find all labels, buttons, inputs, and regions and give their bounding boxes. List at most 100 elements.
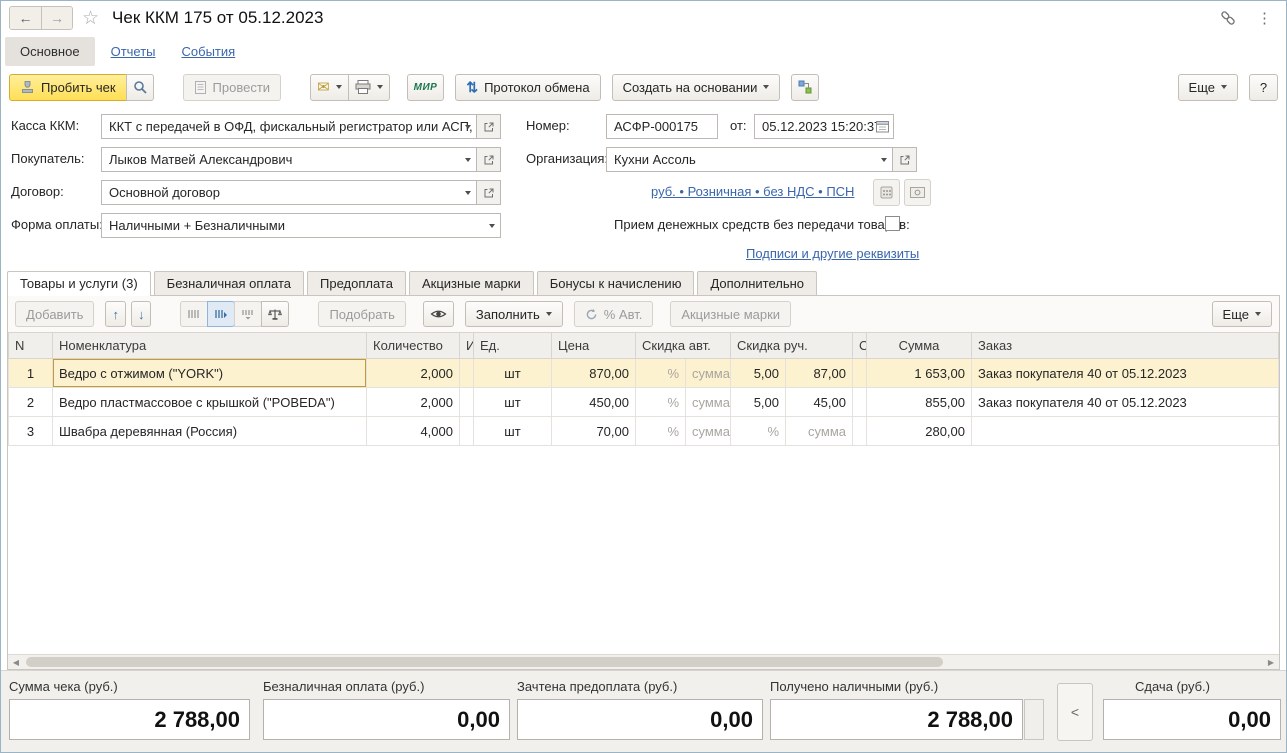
kkm-open-button[interactable] — [476, 114, 501, 139]
grid-tab[interactable]: Акцизные марки — [409, 271, 534, 295]
cashless-input[interactable]: 0,00 — [263, 699, 510, 740]
grid-cell[interactable]: шт — [474, 417, 552, 446]
buyer-open-button[interactable] — [476, 147, 501, 172]
date-field[interactable]: 05.12.2023 15:20:37 — [754, 114, 894, 139]
grid-cell[interactable]: % — [636, 417, 686, 446]
mir-button[interactable]: МИР — [407, 74, 445, 101]
col-sum[interactable]: Сумма — [867, 333, 972, 359]
col-unit[interactable]: Ед. — [474, 333, 552, 359]
grid-cell[interactable]: 5,00 — [731, 388, 786, 417]
organization-dropdown-icon[interactable] — [881, 158, 887, 162]
col-n[interactable]: N — [9, 333, 53, 359]
grid-cell[interactable]: 45,00 — [786, 388, 853, 417]
back-button[interactable]: ← — [10, 7, 41, 29]
grid-tab[interactable]: Бонусы к начислению — [537, 271, 695, 295]
fill-button[interactable]: Заполнить — [465, 301, 563, 327]
no-goods-transfer-checkbox[interactable] — [885, 216, 900, 231]
grid-cell[interactable]: 855,00 — [867, 388, 972, 417]
grid-cell[interactable]: Швабра деревянная (Россия) — [53, 417, 367, 446]
price-terms-link[interactable]: руб. • Розничная • без НДС • ПСН — [651, 184, 854, 199]
grid-more-button[interactable]: Еще — [1212, 301, 1272, 327]
grid-cell[interactable]: Ведро пластмассовое с крышкой ("POBEDA") — [53, 388, 367, 417]
signatures-link[interactable]: Подписи и другие реквизиты — [746, 246, 919, 261]
related-documents-button[interactable] — [791, 74, 819, 101]
grid-tab[interactable]: Товары и услуги (3) — [7, 271, 151, 296]
view-button[interactable] — [423, 301, 454, 327]
col-i[interactable]: И — [460, 333, 474, 359]
grid-cell[interactable]: % — [636, 388, 686, 417]
create-based-on-button[interactable]: Создать на основании — [612, 74, 781, 101]
scroll-left-icon[interactable]: ◀ — [8, 658, 24, 667]
buyer-dropdown-icon[interactable] — [465, 158, 471, 162]
grid-cell[interactable]: сумма — [786, 417, 853, 446]
pick-items-button[interactable]: Подобрать — [318, 301, 405, 327]
grid-cell[interactable]: Заказ покупателя 40 от 05.12.2023 — [972, 359, 1279, 388]
scrollbar-thumb[interactable] — [26, 657, 943, 667]
more-menu-icon[interactable]: ⋮ — [1257, 9, 1272, 27]
col-qty[interactable]: Количество — [367, 333, 460, 359]
post-button[interactable]: Провести — [183, 74, 282, 101]
col-nomenclature[interactable]: Номенклатура — [53, 333, 367, 359]
punch-check-lookup-button[interactable] — [126, 74, 154, 101]
grid-cell[interactable]: 450,00 — [552, 388, 636, 417]
forward-button[interactable]: → — [41, 7, 72, 29]
grid-cell[interactable]: 870,00 — [552, 359, 636, 388]
terminal-button[interactable] — [873, 179, 900, 206]
organization-field[interactable]: Кухни Ассоль — [606, 147, 893, 172]
section-tab[interactable]: События — [172, 37, 246, 66]
grid-cell[interactable]: 1 653,00 — [867, 359, 972, 388]
banknote-button[interactable] — [904, 179, 931, 206]
section-tab[interactable]: Отчеты — [101, 37, 166, 66]
barcode-scan-mode-button[interactable] — [207, 301, 235, 327]
more-button[interactable]: Еще — [1178, 74, 1238, 101]
grid-cell[interactable]: шт — [474, 359, 552, 388]
section-tab[interactable]: Основное — [5, 37, 95, 66]
col-discount-manual[interactable]: Скидка руч. — [731, 333, 853, 359]
payment-form-dropdown-icon[interactable] — [489, 224, 495, 228]
move-up-button[interactable]: ↑ — [105, 301, 126, 327]
grid-cell[interactable]: сумма — [686, 388, 731, 417]
grid-cell[interactable] — [460, 359, 474, 388]
grid-cell[interactable]: 1 — [9, 359, 53, 388]
prepayment-input[interactable]: 0,00 — [517, 699, 763, 740]
organization-open-button[interactable] — [892, 147, 917, 172]
grid-cell[interactable]: 2,000 — [367, 388, 460, 417]
grid-cell[interactable]: 280,00 — [867, 417, 972, 446]
scroll-right-icon[interactable]: ▶ — [1263, 658, 1279, 667]
grid-cell[interactable]: 70,00 — [552, 417, 636, 446]
grid-cell[interactable]: сумма — [686, 359, 731, 388]
buyer-field[interactable]: Лыков Матвей Александрович — [101, 147, 477, 172]
kkm-field[interactable]: ККТ с передачей в ОФД, фискальный регист… — [101, 114, 477, 139]
grid-cell[interactable]: 2,000 — [367, 359, 460, 388]
grid-cell[interactable] — [853, 417, 867, 446]
move-down-button[interactable]: ↓ — [131, 301, 152, 327]
barcode-load-button[interactable] — [234, 301, 262, 327]
grid-row[interactable]: 2Ведро пластмассовое с крышкой ("POBEDA"… — [9, 388, 1279, 417]
kkm-dropdown-icon[interactable] — [465, 125, 471, 129]
grid-row[interactable]: 1Ведро с отжимом ("YORK")2,000 шт870,00%с… — [9, 359, 1279, 388]
grid-cell[interactable]: % — [636, 359, 686, 388]
scales-button[interactable] — [261, 301, 289, 327]
grid-cell[interactable]: шт — [474, 388, 552, 417]
email-button[interactable]: ✉ — [310, 74, 349, 101]
barcode-scanner-button[interactable] — [180, 301, 208, 327]
contract-open-button[interactable] — [476, 180, 501, 205]
horizontal-scrollbar[interactable]: ◀ ▶ — [8, 654, 1279, 669]
grid-cell[interactable] — [972, 417, 1279, 446]
grid-cell[interactable]: 3 — [9, 417, 53, 446]
collapse-change-button[interactable]: < — [1057, 683, 1093, 741]
grid-row[interactable]: 3Швабра деревянная (Россия)4,000шт70,00%… — [9, 417, 1279, 446]
grid-cell[interactable]: 5,00 — [731, 359, 786, 388]
help-button[interactable]: ? — [1249, 74, 1278, 101]
exchange-protocol-button[interactable]: ⇅ Протокол обмена — [455, 74, 600, 101]
col-order[interactable]: Заказ — [972, 333, 1279, 359]
grid-cell[interactable]: Заказ покупателя 40 от 05.12.2023 — [972, 388, 1279, 417]
payment-form-field[interactable]: Наличными + Безналичными — [101, 213, 501, 238]
grid-tab[interactable]: Предоплата — [307, 271, 406, 295]
add-row-button[interactable]: Добавить — [15, 301, 94, 327]
copy-link-icon[interactable] — [1219, 9, 1237, 27]
scrollbar-track[interactable] — [24, 655, 1263, 669]
grid-cell[interactable]: Ведро с отжимом ("YORK") — [53, 359, 367, 388]
grid-tab[interactable]: Дополнительно — [697, 271, 817, 295]
punch-check-button[interactable]: Пробить чек — [9, 74, 127, 101]
